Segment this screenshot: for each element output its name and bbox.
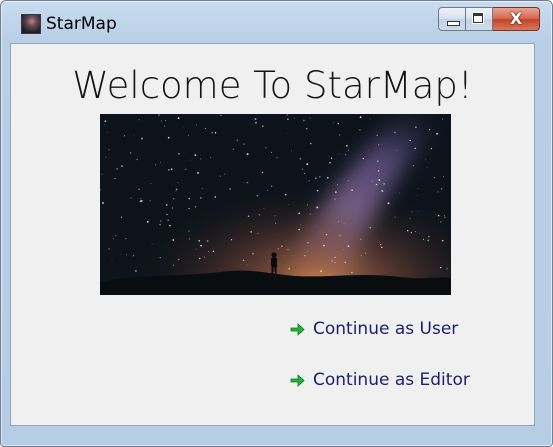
continue-as-user-link[interactable]: Continue as User — [289, 319, 458, 339]
maximize-icon — [473, 13, 483, 23]
green-arrow-icon — [290, 374, 305, 387]
client-area: Welcome To StarMap! Continue as User Con… — [10, 43, 535, 426]
minimize-icon — [447, 21, 460, 26]
title-bar[interactable]: StarMap X — [1, 1, 552, 43]
minimize-button[interactable] — [438, 7, 466, 31]
app-window: StarMap X Welcome To StarMap! Continue a… — [0, 0, 553, 447]
starry-sky-image — [100, 114, 451, 295]
continue-as-editor-link[interactable]: Continue as Editor — [289, 370, 470, 390]
hero-image — [100, 114, 451, 295]
caption-buttons: X — [438, 7, 540, 31]
page-title: Welcome To StarMap! — [72, 64, 473, 107]
app-icon — [21, 14, 41, 34]
continue-as-user-label: Continue as User — [313, 319, 459, 339]
maximize-button[interactable] — [466, 7, 493, 31]
window-title: StarMap — [46, 14, 117, 34]
green-arrow-icon — [290, 323, 305, 336]
close-icon: X — [509, 9, 523, 28]
continue-as-editor-label: Continue as Editor — [313, 370, 470, 390]
close-button[interactable]: X — [493, 7, 540, 31]
